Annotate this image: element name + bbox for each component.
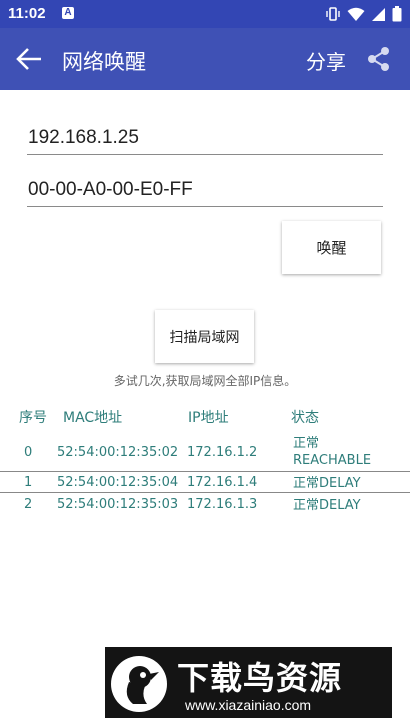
scan-lan-button[interactable]: 扫描局域网 [155, 310, 254, 363]
row-index: 1 [24, 475, 33, 490]
watermark-title: 下载鸟资源 [177, 659, 343, 697]
row-mac: 52:54:00:12:35:03 [57, 497, 179, 512]
header-ip: IP地址 [188, 410, 229, 426]
row-index: 0 [24, 445, 33, 460]
header-state: 状态 [291, 410, 319, 426]
row-mac: 52:54:00:12:35:04 [57, 475, 179, 490]
header-index: 序号 [19, 410, 47, 426]
header-mac: MAC地址 [63, 410, 123, 426]
bird-logo-icon [111, 656, 167, 712]
watermark-banner: 下载鸟资源 www.xiazainiao.com [105, 647, 392, 718]
battery-icon [392, 6, 402, 22]
mac-address-input[interactable] [27, 173, 383, 207]
row-ip: 172.16.1.2 [187, 445, 258, 460]
share-button[interactable]: 分享 [306, 46, 346, 75]
table-row[interactable]: 0 52:54:00:12:35:02 172.16.1.2 正常 REACHA… [0, 434, 410, 472]
notification-badge: A [62, 7, 74, 19]
ip-address-input[interactable] [27, 121, 383, 155]
back-button[interactable] [12, 43, 46, 75]
signal-icon [372, 7, 385, 21]
page-title: 网络唤醒 [62, 50, 146, 74]
table-header: 序号 MAC地址 IP地址 状态 [0, 407, 410, 427]
wake-button[interactable]: 唤醒 [282, 221, 381, 274]
wifi-icon [347, 7, 365, 21]
status-time: 11:02 [8, 5, 46, 22]
row-state: 正常DELAY [293, 476, 361, 491]
status-bar: 11:02 A [0, 0, 410, 28]
row-ip: 172.16.1.3 [187, 497, 258, 512]
row-mac: 52:54:00:12:35:02 [57, 445, 179, 460]
scan-hint: 多试几次,获取局域网全部IP信息。 [113, 374, 297, 388]
row-state-line2: REACHABLE [293, 453, 372, 468]
row-state-line1: 正常 [293, 436, 320, 451]
row-index: 2 [24, 497, 33, 512]
status-icons [325, 5, 402, 23]
row-state: 正常DELAY [293, 498, 361, 513]
share-icon [368, 47, 389, 71]
table-row[interactable]: 2 52:54:00:12:35:03 172.16.1.3 正常DELAY [0, 494, 410, 515]
table-row[interactable]: 1 52:54:00:12:35:04 172.16.1.4 正常DELAY [0, 472, 410, 493]
row-state: 正常 REACHABLE [293, 435, 403, 469]
back-arrow-icon [16, 48, 41, 70]
share-icon-button[interactable] [362, 42, 396, 76]
row-ip: 172.16.1.4 [187, 475, 258, 490]
app-bar: 网络唤醒 分享 [0, 28, 410, 90]
vibrate-icon [326, 7, 340, 21]
watermark-url: www.xiazainiao.com [185, 697, 312, 713]
